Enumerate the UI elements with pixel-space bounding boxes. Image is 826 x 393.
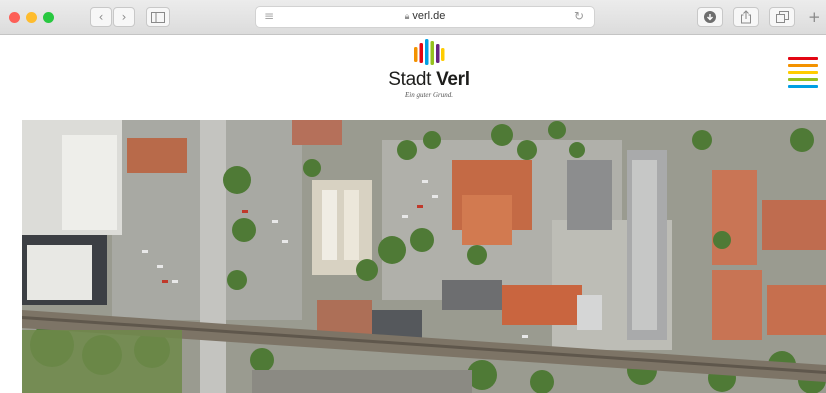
url-text: verl.de xyxy=(412,10,446,22)
sidebar-button[interactable] xyxy=(146,7,170,27)
hamburger-menu-icon[interactable] xyxy=(788,57,818,89)
download-icon xyxy=(704,11,716,23)
logo-tagline: Ein guter Grund. xyxy=(404,91,454,99)
chevron-left-icon: ‹ xyxy=(98,10,104,24)
chevron-right-icon: › xyxy=(121,10,127,24)
tabs-button[interactable] xyxy=(769,7,795,27)
browser-toolbar: ‹ › ≡ 🔒︎ verl.de ↻ + xyxy=(0,0,826,35)
hero-aerial-image xyxy=(22,120,826,393)
tabs-icon xyxy=(775,11,789,23)
logo-mark-icon xyxy=(414,39,445,65)
address-bar[interactable]: ≡ 🔒︎ verl.de ↻ xyxy=(255,6,595,28)
forward-button[interactable]: › xyxy=(113,7,135,27)
site-logo[interactable]: Stadt Verl Ein guter Grund. xyxy=(384,38,474,118)
close-window-button[interactable] xyxy=(9,12,20,23)
share-button[interactable] xyxy=(733,7,759,27)
zoom-window-button[interactable] xyxy=(43,12,54,23)
aerial-town-photo xyxy=(22,120,826,393)
reload-icon[interactable]: ↻ xyxy=(574,9,584,23)
site-header: Stadt Verl Ein guter Grund. xyxy=(22,35,826,120)
logo-wordmark: Stadt Verl xyxy=(388,69,470,90)
sidebar-icon xyxy=(151,12,165,23)
new-tab-button[interactable]: + xyxy=(808,8,826,28)
share-icon xyxy=(741,10,751,24)
plus-icon: + xyxy=(808,8,821,26)
back-button[interactable]: ‹ xyxy=(90,7,112,27)
minimize-window-button[interactable] xyxy=(26,12,37,23)
download-button[interactable] xyxy=(697,7,723,27)
lock-icon: 🔒︎ xyxy=(404,11,410,21)
